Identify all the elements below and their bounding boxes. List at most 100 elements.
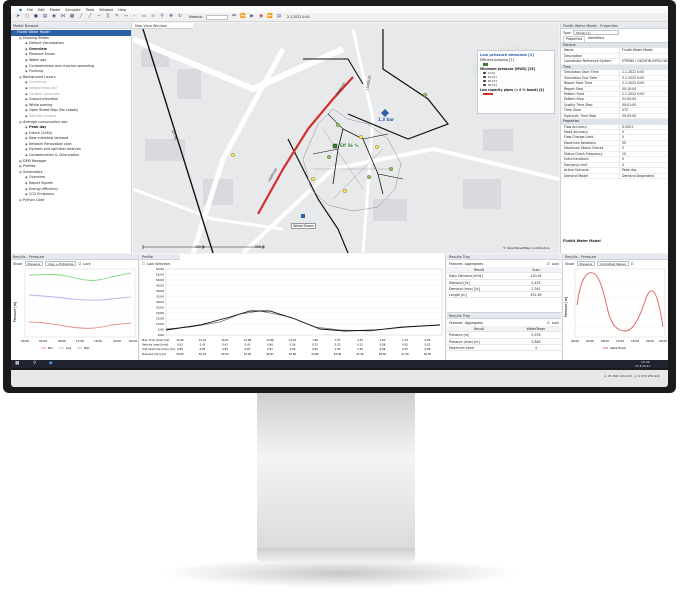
area-icon[interactable]: ▭ bbox=[141, 14, 147, 20]
edit-vertex-icon[interactable]: ∽ bbox=[96, 14, 102, 20]
property-value[interactable]: 0 bbox=[619, 157, 668, 162]
profile-table-cell: 33,00 bbox=[244, 352, 252, 356]
results-tray-1-lock-checkbox[interactable]: ☑ bbox=[547, 262, 550, 266]
skip-back-icon[interactable]: ⏮ bbox=[231, 14, 237, 20]
legend-class: 30 [9] bbox=[480, 83, 552, 87]
pump-icon[interactable]: ◉ bbox=[51, 14, 57, 20]
pointer-icon[interactable]: ➤ bbox=[15, 14, 21, 20]
select-icon[interactable]: ▢ bbox=[24, 14, 30, 20]
menu-tools[interactable]: Tools bbox=[86, 8, 95, 12]
record-icon[interactable]: ◉ bbox=[258, 14, 264, 20]
property-value[interactable]: 1.1.2022 0:00 bbox=[619, 70, 668, 75]
profile-lock-checkbox[interactable]: ☐ bbox=[142, 262, 145, 266]
menu-simulate[interactable]: Simulate bbox=[65, 8, 80, 12]
results-tray-1-tab-aggregates[interactable]: Aggregates bbox=[465, 262, 483, 266]
table-cell-label: Pressure (max) [m] bbox=[449, 339, 480, 344]
property-value[interactable]: 0,0001 bbox=[619, 124, 668, 129]
connect-icon[interactable]: ∾ bbox=[123, 14, 129, 20]
property-value[interactable]: UTC bbox=[619, 108, 668, 113]
material-select[interactable] bbox=[206, 14, 229, 20]
table-cell-value: 0,425 bbox=[531, 280, 541, 285]
tank-icon[interactable]: ▤ bbox=[42, 14, 48, 20]
monitor-chin: x: 25 496 126,120 , y: 6 674 976,920 bbox=[11, 370, 668, 387]
menu-help[interactable]: Help bbox=[118, 8, 126, 12]
menu-model[interactable]: Model bbox=[50, 8, 61, 12]
property-value[interactable]: 0 bbox=[619, 162, 668, 168]
property-value[interactable]: 1.1.2022 0:00 bbox=[619, 91, 668, 97]
zoom-icon[interactable]: ⚲ bbox=[159, 14, 165, 20]
results-right-show-label: Show: bbox=[565, 261, 575, 266]
profile-chart[interactable]: 60,00 55,0050,00 45,0040,00 35,0030,00 25,00… bbox=[140, 267, 446, 360]
measure-icon[interactable]: ╴ bbox=[132, 14, 138, 20]
property-value[interactable]: 10 bbox=[619, 151, 668, 157]
profile-table-cell: 2,62 bbox=[380, 338, 386, 342]
menu-file[interactable]: File bbox=[27, 8, 33, 12]
draw-pipe-icon[interactable]: ╱ bbox=[78, 14, 84, 20]
taskbar-search-icon[interactable]: ⚲ bbox=[33, 361, 36, 366]
property-key: Time Zone bbox=[564, 108, 581, 113]
property-value[interactable]: 00:10:00 bbox=[619, 86, 668, 91]
results-tray-1-tab-features[interactable]: Features bbox=[449, 262, 463, 266]
simulation-date[interactable]: 2.1.2022 0:00 bbox=[287, 15, 309, 19]
rotate-icon[interactable]: ↻ bbox=[177, 14, 183, 20]
property-value[interactable]: 01:00:00 bbox=[619, 97, 668, 102]
type-select[interactable]: Model (1) bbox=[573, 30, 620, 35]
menu-window[interactable]: Window bbox=[99, 8, 113, 12]
properties-type-row: Type: Model (1) bbox=[561, 29, 668, 36]
node-icon[interactable]: ● bbox=[33, 14, 39, 20]
profile-table-cell: 41,40 bbox=[356, 352, 364, 356]
results-left-lock-checkbox[interactable]: ☑ bbox=[78, 262, 81, 266]
draw-line-icon[interactable]: ╱ bbox=[87, 14, 93, 20]
profile-ytick: 30,00 bbox=[156, 300, 164, 304]
profile-table-cell: 0,40 bbox=[312, 347, 318, 351]
pen-icon[interactable]: ✎ bbox=[114, 14, 120, 20]
table-row[interactable]: Length [m] 451,69 bbox=[447, 292, 561, 299]
taskbar-app-icon[interactable]: ◆ bbox=[49, 361, 52, 366]
tree-item[interactable]: ▤Python Code bbox=[11, 198, 131, 204]
results-right-select-quantity[interactable]: Pressure bbox=[576, 261, 596, 266]
results-right-chart[interactable]: Pressure [m] 00:00 04:00 08:00 12:00 16:… bbox=[563, 267, 668, 359]
reservoir-icon[interactable]: ▩ bbox=[69, 14, 75, 20]
property-value[interactable] bbox=[619, 53, 668, 59]
valve-icon[interactable]: ⋈ bbox=[60, 14, 66, 20]
tab-properties[interactable]: Properties bbox=[563, 36, 586, 42]
results-left-chart[interactable]: Pressure [m] 00:00 04:00 08:00 12:00 16:… bbox=[11, 267, 139, 359]
tab-identifiers[interactable]: Identifiers bbox=[586, 36, 606, 42]
property-row[interactable]: Demand Model Demand Dependent bbox=[561, 173, 668, 179]
results-tray-2-tab-aggregates[interactable]: Aggregates bbox=[465, 321, 483, 325]
calendar-icon[interactable]: ▤ bbox=[276, 14, 282, 20]
property-value[interactable]: 2.1.2022 0:00 bbox=[619, 81, 668, 86]
property-value[interactable]: 00:01:00 bbox=[619, 102, 668, 108]
windows-start-icon[interactable]: ▦ bbox=[15, 361, 19, 366]
property-value[interactable]: 50 bbox=[619, 140, 668, 146]
link-icon[interactable]: ∞ bbox=[150, 14, 156, 20]
pan-icon[interactable]: ✥ bbox=[168, 14, 174, 20]
property-value[interactable]: ETRS89 / GK25FIN (EPSG:3879) bbox=[619, 59, 668, 64]
results-left-select-quantity[interactable]: Pressure bbox=[24, 261, 44, 266]
results-left-select-mode[interactable]: Avg. + Extremes bbox=[45, 261, 77, 266]
pump-efficiency-label: Eff 56 % bbox=[340, 143, 359, 148]
property-value[interactable]: Demand Dependent bbox=[619, 173, 668, 178]
water-tower-label: WaterTower bbox=[291, 223, 317, 229]
property-value[interactable]: Peak day bbox=[619, 168, 668, 173]
table-row[interactable]: Maximum Level 4 bbox=[447, 345, 561, 352]
tree-item-label: Report figures bbox=[29, 181, 53, 186]
split-icon[interactable]: ╳ bbox=[105, 14, 111, 20]
property-value[interactable]: 0 bbox=[619, 135, 668, 140]
property-value[interactable]: 0 bbox=[619, 130, 668, 135]
step-back-icon[interactable]: ⏪ bbox=[240, 14, 246, 20]
results-tray-2-lock-checkbox[interactable]: ☑ bbox=[547, 321, 550, 325]
step-forward-icon[interactable]: ⏩ bbox=[267, 14, 273, 20]
property-value[interactable]: Fluidit Water Model bbox=[619, 48, 668, 53]
results-right-select-mode[interactable]: Individual Values bbox=[597, 261, 629, 266]
property-value[interactable]: 3.1.2022 0:00 bbox=[619, 75, 668, 81]
property-value[interactable]: 00:05:00 bbox=[619, 113, 668, 119]
results-right-lock-checkbox[interactable]: ☑ bbox=[631, 262, 634, 266]
results-tray-2-tab-features[interactable]: Features bbox=[449, 321, 463, 325]
results-right-xtick-6: 00:00 bbox=[659, 339, 667, 343]
property-value[interactable]: 2 bbox=[619, 146, 668, 151]
play-icon[interactable]: ▶ bbox=[249, 14, 255, 20]
legend-dot-icon bbox=[483, 79, 486, 83]
tree-item-label: Contour pressures bbox=[29, 91, 61, 96]
menu-edit[interactable]: Edit bbox=[38, 8, 45, 12]
